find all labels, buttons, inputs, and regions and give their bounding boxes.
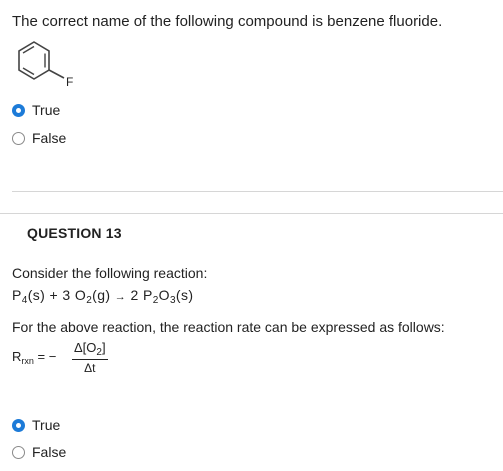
option-label: True <box>32 102 61 118</box>
reaction-intro: Consider the following reaction: <box>12 265 208 281</box>
radio-selected-icon[interactable] <box>12 103 25 117</box>
option-false-q13[interactable]: False <box>12 444 66 460</box>
option-true-q13[interactable]: True <box>12 417 60 433</box>
rate-fraction: Δ[O2] Δt <box>72 340 108 375</box>
option-label: True <box>32 417 61 433</box>
rate-statement: For the above reaction, the reaction rat… <box>12 319 445 335</box>
benzene-fluoride-structure: F <box>18 41 73 89</box>
radio-unselected-icon[interactable] <box>12 131 25 145</box>
divider <box>12 191 503 192</box>
option-true-prev[interactable]: True <box>12 102 60 118</box>
rate-expression: Rrxn = − Δ[O2] Δt <box>12 340 108 375</box>
question-heading: QUESTION 13 <box>27 225 122 241</box>
radio-selected-icon[interactable] <box>12 418 25 432</box>
option-label: False <box>32 444 67 460</box>
reaction-equation: P4(s) + 3 O2(g) → 2 P2O3(s) <box>12 287 194 306</box>
option-false-prev[interactable]: False <box>12 130 66 146</box>
section-divider <box>0 213 503 214</box>
radio-unselected-icon[interactable] <box>12 445 25 459</box>
arrow-icon: → <box>114 291 127 303</box>
fluorine-label: F <box>66 75 73 89</box>
option-label: False <box>32 130 67 146</box>
question-prompt: The correct name of the following compou… <box>12 13 443 30</box>
